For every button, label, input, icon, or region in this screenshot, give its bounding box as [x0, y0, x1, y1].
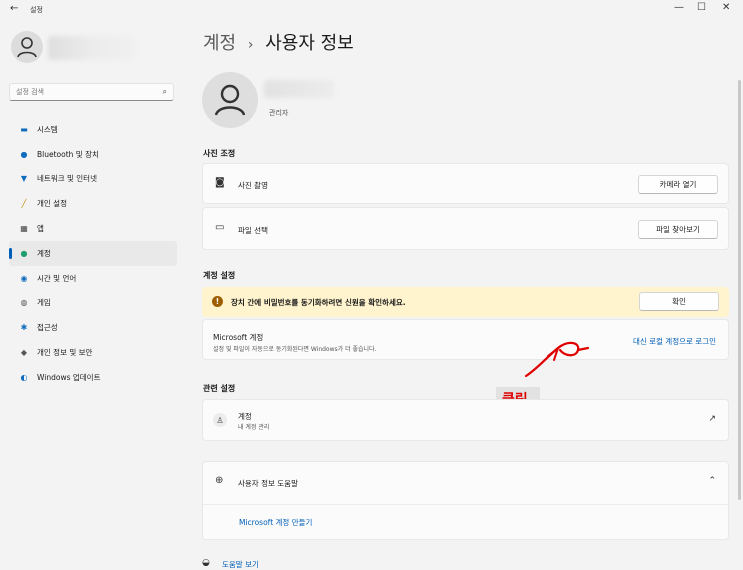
person-icon: ●: [20, 248, 28, 258]
minimize-button[interactable]: —: [674, 2, 684, 13]
open-camera-button[interactable]: 카메라 열기: [638, 175, 718, 194]
brush-icon: ╱: [21, 199, 27, 209]
globe-help-icon: ⊕: [215, 475, 224, 486]
sidebar-item-label: 게임: [37, 298, 51, 308]
verify-button[interactable]: 확인: [639, 292, 719, 311]
row-label: 사진 촬영: [238, 181, 268, 190]
title-bar: ← 설정 — ☐ ✕: [0, 0, 743, 18]
breadcrumb: 계정 › 사용자 정보: [203, 29, 354, 55]
sidebar-item-accessibility[interactable]: ✱ 접근성: [9, 315, 177, 340]
search-input[interactable]: [16, 85, 156, 99]
apps-icon: ▦: [20, 224, 28, 234]
search-icon[interactable]: ⌕: [163, 87, 167, 97]
related-account-title: 계정: [238, 412, 252, 421]
sidebar-item-system[interactable]: ▬ 시스템: [9, 117, 177, 142]
scrollbar[interactable]: [738, 80, 741, 500]
warning-text: 장치 간에 비밀번호를 동기화하려면 신원을 확인하세요.: [231, 298, 406, 307]
sidebar-item-accounts[interactable]: ● 계정: [9, 240, 177, 266]
sidebar-item-gaming[interactable]: ◍ 게임: [9, 291, 177, 316]
open-external-icon[interactable]: ↗: [708, 414, 716, 424]
sidebar-item-label: 개인 정보 및 보안: [37, 348, 93, 358]
bluetooth-icon: ●: [20, 149, 28, 159]
user-role: 관리자: [269, 109, 289, 117]
breadcrumb-separator: ›: [247, 37, 254, 53]
warning-icon: !: [212, 296, 223, 307]
verify-identity-banner: ! 장치 간에 비밀번호를 동기화하려면 신원을 확인하세요. 확인: [202, 287, 729, 317]
create-ms-account-link[interactable]: Microsoft 계정 만들기: [239, 517, 312, 528]
sidebar-item-label: Bluetooth 및 장치: [37, 149, 99, 159]
wifi-icon: ▼: [20, 174, 28, 184]
sidebar-item-label: 개인 설정: [37, 199, 67, 209]
sidebar-item-label: 시간 및 언어: [37, 273, 77, 283]
maximize-button[interactable]: ☐: [697, 2, 706, 13]
person-outline-icon: [214, 84, 246, 116]
sidebar-item-personalization[interactable]: ╱ 개인 설정: [9, 191, 177, 216]
section-heading-related: 관련 설정: [203, 384, 236, 393]
take-photo-row: ◙ 사진 촬영 카메라 열기: [202, 163, 729, 204]
help-title: 사용자 정보 도움말: [238, 479, 298, 488]
microsoft-account-row: Microsoft 계정 설정 및 파일이 자동으로 동기화된다면 Window…: [202, 319, 729, 360]
sidebar-item-network[interactable]: ▼ 네트워크 및 인터넷: [9, 167, 177, 192]
related-account-row[interactable]: ♙ 계정 내 계정 관리 ↗: [202, 399, 729, 441]
sidebar-nav: ▬ 시스템 ● Bluetooth 및 장치 ▼ 네트워크 및 인터넷 ╱ 개인…: [9, 117, 177, 390]
sidebar-item-time-language[interactable]: ◉ 시간 및 언어: [9, 266, 177, 291]
sidebar-item-windows-update[interactable]: ◐ Windows 업데이트: [9, 365, 177, 390]
back-arrow-icon[interactable]: ←: [10, 3, 18, 14]
page-title: 사용자 정보: [265, 33, 354, 54]
folder-icon: ▭: [215, 222, 225, 233]
profile-avatar: [202, 72, 258, 128]
sidebar-item-label: 접근성: [37, 323, 58, 333]
sidebar-item-label: 시스템: [37, 124, 58, 134]
ms-account-title: Microsoft 계정: [213, 333, 264, 342]
app-title: 설정: [30, 6, 43, 14]
monitor-icon: ▬: [20, 124, 28, 134]
person-outline-icon: [17, 37, 37, 58]
sidebar-avatar[interactable]: [11, 31, 43, 63]
camera-icon: ◙: [215, 177, 225, 188]
sidebar-item-privacy[interactable]: ◆ 개인 정보 및 보안: [9, 340, 177, 365]
row-label: 파일 선택: [238, 226, 268, 235]
related-account-subtitle: 내 계정 관리: [238, 424, 270, 431]
choose-file-row: ▭ 파일 선택 파일 찾아보기: [202, 207, 729, 250]
sidebar-item-label: Windows 업데이트: [37, 372, 101, 382]
help-card: ⊕ 사용자 정보 도움말 ⌃ Microsoft 계정 만들기: [202, 461, 729, 540]
accessibility-icon: ✱: [20, 323, 28, 333]
section-heading-account: 계정 설정: [203, 271, 236, 280]
browse-files-button[interactable]: 파일 찾아보기: [638, 220, 718, 239]
breadcrumb-parent[interactable]: 계정: [203, 33, 236, 54]
sidebar-item-label: 앱: [37, 224, 44, 234]
update-icon: ◐: [20, 372, 28, 382]
get-help-link[interactable]: 도움말 보기: [222, 559, 259, 570]
active-indicator: [9, 247, 12, 259]
person-small-icon: ♙: [213, 413, 227, 427]
shield-icon: ◆: [20, 348, 28, 358]
help-icon: ◒: [202, 558, 210, 568]
section-heading-photo: 사진 조정: [203, 149, 236, 158]
sidebar-item-label: 네트워크 및 인터넷: [37, 174, 97, 184]
annotation-arrow: [524, 341, 590, 378]
sidebar-item-apps[interactable]: ▦ 앱: [9, 216, 177, 241]
close-button[interactable]: ✕: [722, 2, 730, 13]
help-header[interactable]: ⊕ 사용자 정보 도움말 ⌃: [203, 462, 728, 505]
local-account-signin-link[interactable]: 대신 로컬 계정으로 로그인: [633, 336, 716, 347]
sidebar-item-label: 계정: [37, 248, 51, 258]
gamepad-icon: ◍: [20, 298, 28, 308]
user-name-blurred: [264, 80, 334, 98]
search-box[interactable]: ⌕: [9, 83, 174, 101]
chevron-up-icon[interactable]: ⌃: [708, 476, 716, 486]
globe-icon: ◉: [20, 273, 28, 283]
sidebar-item-bluetooth[interactable]: ● Bluetooth 및 장치: [9, 142, 177, 167]
ms-account-subtitle: 설정 및 파일이 자동으로 동기화된다면 Windows가 더 좋습니다.: [213, 346, 377, 353]
user-name-blurred: [48, 36, 136, 60]
